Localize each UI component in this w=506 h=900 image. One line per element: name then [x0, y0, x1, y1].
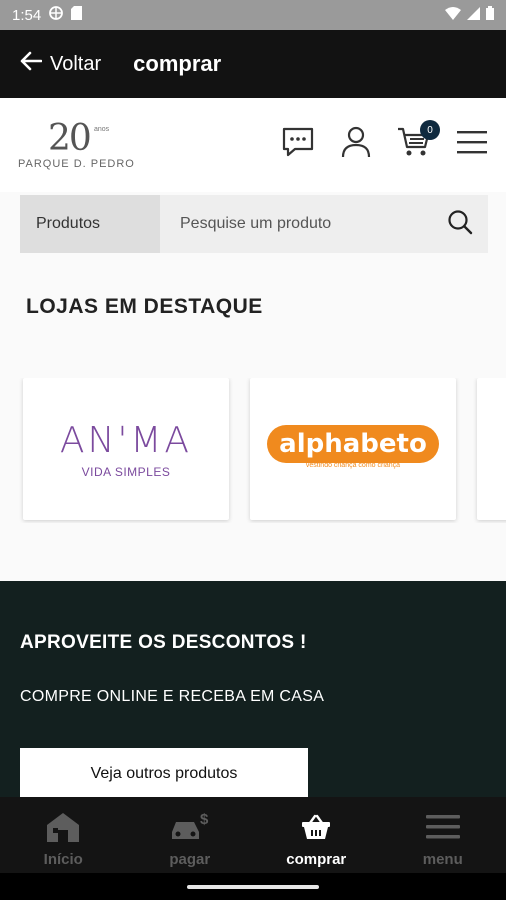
- chat-button[interactable]: [280, 126, 316, 162]
- arrow-left-icon: [20, 51, 43, 77]
- account-button[interactable]: [338, 126, 374, 162]
- home-gesture-handle[interactable]: [187, 884, 319, 889]
- alphabeto-name: alphabeto: [267, 425, 439, 463]
- bottom-navigation: Início $ pagar comprar menu: [0, 797, 506, 873]
- promo-subtitle: COMPRE ONLINE E RECEBA EM CASA: [20, 688, 325, 705]
- wifi-icon: [445, 6, 461, 24]
- hamburger-menu-button[interactable]: [454, 126, 490, 162]
- search-category-select[interactable]: Produtos: [20, 195, 160, 253]
- status-bar: 1:54: [0, 0, 506, 30]
- logo-number: 20: [48, 118, 92, 159]
- logo-brand: PARQUE D. PEDRO: [18, 158, 135, 170]
- store-card-partial[interactable]: [477, 378, 506, 520]
- anima-logo: AN'MA VIDA SIMPLES: [60, 420, 192, 479]
- nav-label-pagar: pagar: [169, 851, 211, 868]
- car-pay-icon: $: [170, 809, 210, 845]
- search-bar: Produtos: [20, 195, 488, 253]
- featured-stores-carousel[interactable]: AN'MA VIDA SIMPLES alphabeto vestindo cr…: [0, 378, 506, 523]
- system-gesture-bar: [0, 873, 506, 900]
- nav-item-comprar[interactable]: comprar: [253, 797, 380, 873]
- basket-icon: [301, 809, 331, 845]
- app-bar: Voltar comprar: [0, 30, 506, 98]
- user-icon: [341, 126, 371, 163]
- menu-icon: [425, 809, 461, 845]
- battery-icon: [486, 6, 494, 24]
- logo-anos: anos: [94, 126, 110, 133]
- status-time: 1:54: [12, 6, 42, 24]
- svg-text:$: $: [200, 812, 209, 828]
- vpn-icon: [49, 6, 64, 24]
- signal-icon: [467, 6, 480, 24]
- back-button[interactable]: Voltar: [0, 51, 101, 77]
- featured-stores-title: LOJAS EM DESTAQUE: [26, 295, 263, 318]
- store-card-alphabeto[interactable]: alphabeto vestindo criança como criança: [250, 378, 456, 520]
- see-other-products-button[interactable]: Veja outros produtos: [20, 748, 308, 800]
- chat-icon: [281, 127, 315, 162]
- nav-item-pagar[interactable]: $ pagar: [127, 797, 254, 873]
- nav-label-inicio: Início: [43, 851, 83, 868]
- anima-subtitle: VIDA SIMPLES: [81, 464, 171, 479]
- search-button[interactable]: [432, 195, 488, 253]
- menu-icon: [456, 129, 488, 160]
- alphabeto-logo: alphabeto vestindo criança como criança: [267, 425, 439, 469]
- store-card-anima[interactable]: AN'MA VIDA SIMPLES: [23, 378, 229, 520]
- nav-label-menu: menu: [422, 851, 463, 868]
- page-title: comprar: [133, 51, 222, 76]
- back-label: Voltar: [50, 52, 102, 75]
- cart-count-badge: 0: [420, 120, 440, 140]
- sd-card-icon: [71, 6, 83, 24]
- search-icon: [447, 209, 473, 240]
- alphabeto-tagline: vestindo criança como criança: [305, 462, 401, 469]
- anima-name: AN'MA: [59, 419, 193, 461]
- nav-item-inicio[interactable]: Início: [0, 797, 127, 873]
- mall-logo[interactable]: 20 anos PARQUE D. PEDRO: [18, 118, 134, 172]
- promo-section: APROVEITE OS DESCONTOS ! COMPRE ONLINE E…: [0, 581, 506, 800]
- promo-title: APROVEITE OS DESCONTOS !: [20, 632, 307, 653]
- cart-button[interactable]: 0: [396, 120, 440, 162]
- site-header: 20 anos PARQUE D. PEDRO 0: [0, 98, 506, 192]
- search-input[interactable]: [160, 195, 432, 253]
- home-icon: [44, 809, 82, 845]
- nav-label-comprar: comprar: [286, 851, 347, 868]
- nav-item-menu[interactable]: menu: [380, 797, 506, 873]
